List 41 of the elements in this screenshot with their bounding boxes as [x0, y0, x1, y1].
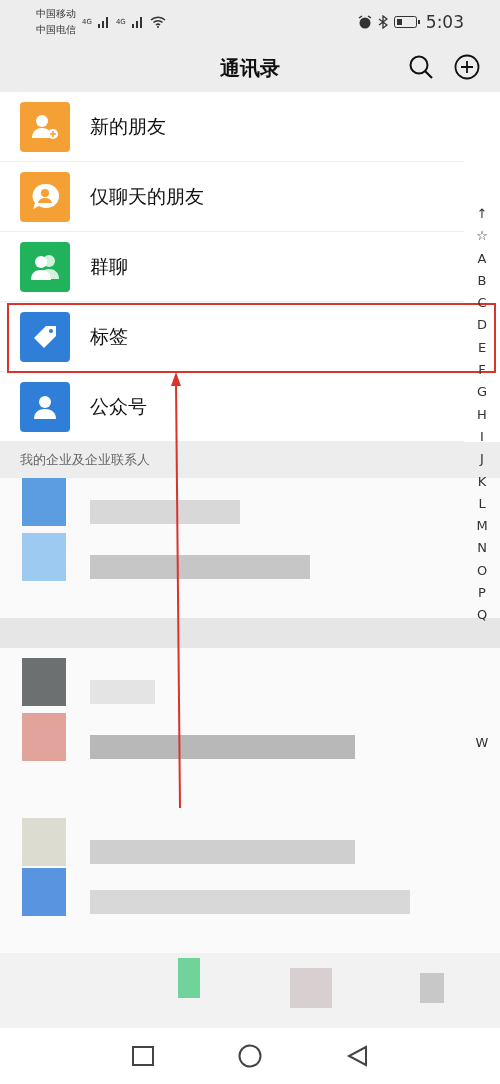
index-letter[interactable]: M [476, 515, 488, 538]
index-letter[interactable]: N [477, 537, 487, 560]
index-letter[interactable]: P [478, 582, 486, 605]
person-add-icon [30, 112, 60, 142]
index-letter[interactable]: O [476, 559, 488, 583]
contact-menu-item[interactable]: 标签 [0, 302, 464, 372]
back-triangle-icon[interactable] [346, 1045, 368, 1067]
wifi-icon [149, 16, 166, 28]
carrier-name: 中国电信 [36, 23, 76, 37]
contact-menu-item[interactable]: 群聊 [0, 232, 464, 302]
index-letter[interactable]: G [476, 381, 488, 404]
index-letter[interactable]: ↑ [476, 203, 488, 226]
index-letter[interactable]: K [477, 470, 487, 493]
alarm-icon [357, 15, 372, 29]
contact-menu-item[interactable]: 仅聊天的朋友 [0, 162, 464, 232]
contact-menu-item[interactable]: 公众号 [0, 372, 464, 442]
bluetooth-icon [377, 15, 388, 29]
add-icon[interactable] [454, 54, 480, 80]
index-letter[interactable]: B [477, 269, 487, 293]
index-letter[interactable]: J [480, 448, 484, 471]
search-icon[interactable] [408, 54, 434, 80]
section-header: 我的企业及企业联系人 [20, 451, 150, 469]
index-letter[interactable]: E [477, 336, 487, 360]
clock-time: 5:03 [425, 12, 464, 32]
index-letter[interactable]: H [477, 403, 487, 426]
index-letter[interactable]: L [478, 492, 486, 516]
home-circle-icon[interactable] [238, 1044, 262, 1068]
index-letter[interactable]: Q [476, 604, 488, 627]
index-letter[interactable]: ☆ [476, 225, 488, 248]
index-letter[interactable]: W [470, 735, 494, 750]
contact-menu-item[interactable]: 新的朋友 [0, 92, 464, 162]
battery-icon [393, 16, 420, 28]
group-icon [29, 253, 61, 281]
index-letter[interactable]: D [477, 314, 487, 337]
person-icon [31, 393, 59, 421]
carrier-name: 中国移动 [36, 7, 76, 21]
back-square-icon[interactable] [132, 1046, 154, 1066]
page-title: 通讯录 [220, 54, 280, 82]
index-letter[interactable]: A [477, 247, 487, 270]
signal-icon [97, 16, 110, 28]
signal-icon [131, 16, 144, 28]
